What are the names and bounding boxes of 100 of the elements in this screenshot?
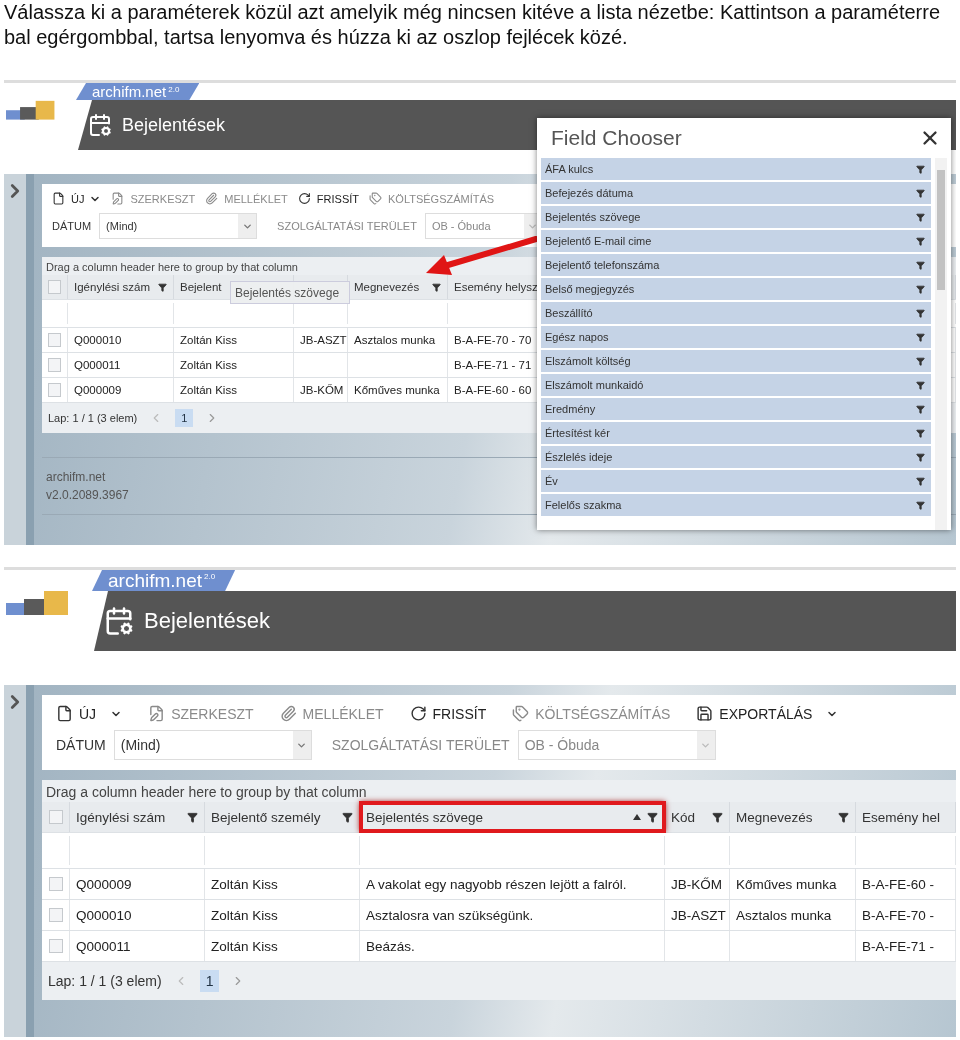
- toolbar-button[interactable]: FRISSÍT: [409, 705, 487, 722]
- select-field[interactable]: (Mind): [113, 730, 312, 760]
- dialog-title: Field Chooser: [551, 126, 682, 150]
- column-header[interactable]: Kód: [665, 802, 730, 832]
- table-cell: JB-KŐM: [665, 869, 730, 899]
- field-item[interactable]: Felelős szakma: [541, 494, 931, 516]
- filter-icon[interactable]: [158, 282, 167, 292]
- field-item[interactable]: Befejezés dátuma: [541, 182, 931, 204]
- refresh-icon: [409, 705, 427, 722]
- filter-icon[interactable]: [712, 811, 723, 823]
- checkbox[interactable]: [48, 383, 61, 397]
- logo-icon: [6, 591, 70, 617]
- filter-icon[interactable]: [916, 428, 925, 438]
- column-header[interactable]: Igénylési szám: [68, 275, 174, 299]
- group-hint: Drag a column header here to group by that column: [46, 261, 298, 273]
- filter-icon[interactable]: [916, 236, 925, 246]
- checkbox[interactable]: [48, 939, 63, 953]
- filter-icon[interactable]: [916, 476, 925, 486]
- column-header[interactable]: Igénylési szám: [70, 802, 205, 832]
- table-cell: Asztalosra van szükségünk.: [360, 900, 665, 930]
- filter-icon[interactable]: [916, 188, 925, 198]
- table-cell: Q000009: [68, 378, 174, 402]
- column-header[interactable]: Esemény hel: [856, 802, 956, 832]
- filter-label: DÁTUM: [56, 737, 106, 753]
- filter-icon[interactable]: [187, 811, 198, 823]
- field-item[interactable]: Értesítést kér: [541, 422, 931, 444]
- filter-icon[interactable]: [916, 308, 925, 318]
- filter-label: DÁTUM: [52, 220, 92, 232]
- table-cell: Asztalos munka: [730, 900, 856, 930]
- column-header[interactable]: Megnevezés: [730, 802, 856, 832]
- table-cell: Zoltán Kiss: [205, 900, 360, 930]
- field-item[interactable]: Bejelentő telefonszáma: [541, 254, 931, 276]
- checkbox[interactable]: [48, 333, 61, 347]
- table-cell: Beázás.: [360, 931, 665, 961]
- filter-icon[interactable]: [342, 811, 353, 823]
- checkbox[interactable]: [48, 280, 61, 294]
- filter-icon[interactable]: [916, 404, 925, 414]
- checkbox[interactable]: [48, 810, 63, 824]
- filter-icon[interactable]: [432, 282, 441, 292]
- filter-icon[interactable]: [916, 212, 925, 222]
- page-title: Bejelentések: [122, 114, 226, 136]
- file-icon: [52, 192, 65, 205]
- logo-icon: [6, 100, 56, 122]
- field-item[interactable]: Elszámolt munkaidó: [541, 374, 931, 396]
- filter-icon[interactable]: [916, 380, 925, 390]
- field-item[interactable]: Egész napos: [541, 326, 931, 348]
- filter-label: SZOLGÁLTATÁSI TERÜLET: [277, 220, 417, 232]
- table-cell: JB-ASZT: [665, 900, 730, 930]
- checkbox[interactable]: [48, 877, 63, 891]
- filter-icon[interactable]: [916, 164, 925, 174]
- field-item[interactable]: Belső megjegyzés: [541, 278, 931, 300]
- toolbar-button[interactable]: EXPORTÁLÁS: [696, 705, 813, 722]
- dragged-header-tooltip[interactable]: Bejelentés szövege: [230, 281, 350, 304]
- field-item[interactable]: Észlelés ideje: [541, 446, 931, 468]
- file-icon: [56, 705, 73, 722]
- field-item[interactable]: ÁFA kulcs: [541, 158, 931, 180]
- table-cell: Q000010: [70, 900, 205, 930]
- toolbar-button[interactable]: ÚJ: [56, 705, 97, 722]
- filter-icon[interactable]: [916, 332, 925, 342]
- filter-icon[interactable]: [916, 500, 925, 510]
- paperclip-icon: [205, 192, 219, 205]
- filter-icon[interactable]: [916, 452, 925, 462]
- table-cell: Q000009: [70, 869, 205, 899]
- field-item[interactable]: Beszállító: [541, 302, 931, 324]
- field-item[interactable]: Eredmény: [541, 398, 931, 420]
- page-button[interactable]: 1: [199, 970, 220, 992]
- table-cell: Kőműves munka: [730, 869, 856, 899]
- field-item[interactable]: Bejelentő E-mail cime: [541, 230, 931, 252]
- footer-text: v2.0.2089.3967: [46, 488, 129, 502]
- table-cell: Zoltán Kiss: [205, 869, 360, 899]
- select-field[interactable]: (Mind): [99, 213, 258, 239]
- group-hint: Drag a column header here to group by that column: [46, 784, 367, 800]
- field-item[interactable]: Elszámolt költség: [541, 350, 931, 372]
- filter-icon[interactable]: [916, 260, 925, 270]
- filter-icon[interactable]: [916, 284, 925, 294]
- paperclip-icon: [279, 705, 297, 722]
- table-cell: B-A-FE-60 -: [856, 869, 956, 899]
- table-cell: Q000010: [68, 328, 174, 352]
- filter-icon[interactable]: [838, 811, 849, 823]
- footer-text: archifm.net: [46, 470, 106, 484]
- page-title: Bejelentések: [144, 608, 270, 634]
- highlighted-column-header[interactable]: Bejelentés szövege: [360, 802, 665, 832]
- filter-icon[interactable]: [916, 356, 925, 366]
- checkbox[interactable]: [48, 358, 61, 372]
- table-cell: Zoltán Kiss: [205, 931, 360, 961]
- toolbar-button[interactable]: FRISSÍT: [297, 192, 359, 205]
- sort-ascending-icon[interactable]: [633, 814, 641, 820]
- column-header[interactable]: Bejelentő személy: [205, 802, 360, 832]
- field-item[interactable]: Bejelentés szövege: [541, 206, 931, 228]
- instruction-text: Válassza ki a paraméterek közül azt amelyik még nincsen kitéve a lista nézetbe: Kattintson a paraméterre bal egérgombbal, tartsa lenyomva és húzza ki az oszlop fejlécek közé.: [4, 0, 941, 50]
- scrollbar[interactable]: [935, 158, 947, 530]
- calendar-gear-icon: [88, 113, 112, 137]
- edit-icon: [148, 705, 166, 722]
- filter-icon[interactable]: [647, 811, 658, 823]
- pager-summary: Lap: 1 / 1 (3 elem): [48, 973, 162, 989]
- page-button[interactable]: 1: [175, 409, 194, 427]
- toolbar-button[interactable]: ÚJ: [52, 192, 85, 205]
- table-cell: A vakolat egy nagyobb részen lejött a falról.: [360, 869, 665, 899]
- field-item[interactable]: Év: [541, 470, 931, 492]
- checkbox[interactable]: [48, 908, 63, 922]
